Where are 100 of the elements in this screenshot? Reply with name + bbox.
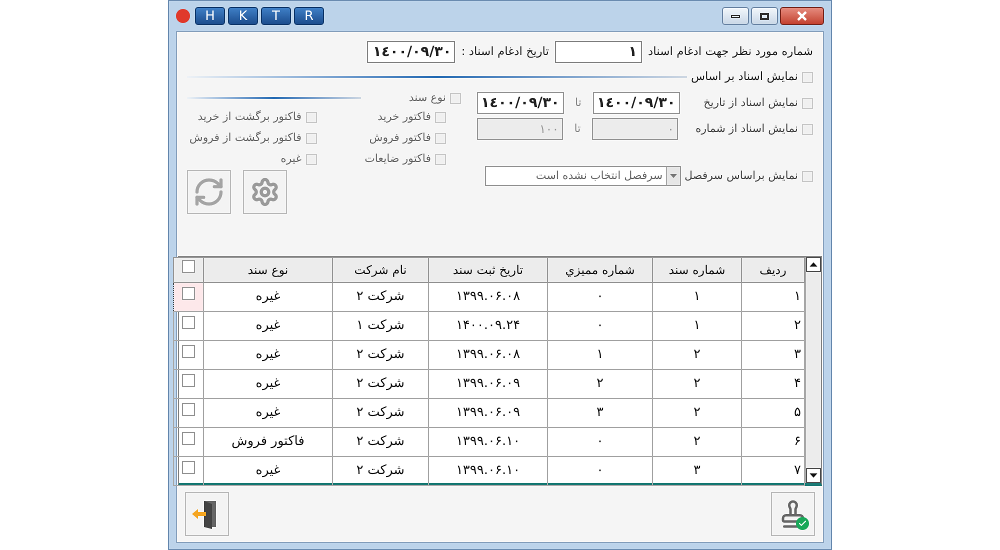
- table-cell: فاکتور فروش: [204, 428, 332, 456]
- table-cell: ۳: [652, 456, 742, 486]
- table-cell: شرکت ۲: [332, 340, 428, 370]
- table-cell: ۰: [548, 428, 652, 456]
- checkbox-label: نمایش اسناد از تاریخ: [702, 94, 798, 111]
- maximize-button[interactable]: [751, 7, 778, 25]
- date-field[interactable]: ١٤٠٠/٠٩/٣٠: [367, 41, 456, 63]
- close-button[interactable]: [780, 7, 824, 25]
- table-cell: ۲: [652, 428, 742, 456]
- heading-dropdown[interactable]: سرفصل انتخاب نشده است: [484, 166, 681, 186]
- table-cell: ۲: [548, 370, 652, 398]
- row-select-cell[interactable]: [174, 398, 204, 428]
- checkbox[interactable]: [182, 345, 195, 358]
- table-cell: شرکت ۲: [332, 456, 428, 486]
- checkbox[interactable]: [435, 154, 446, 164]
- checkbox[interactable]: [182, 260, 195, 274]
- refresh-button[interactable]: [187, 170, 231, 214]
- table-cell: شرکت ۱: [332, 312, 428, 340]
- checkbox[interactable]: [182, 403, 195, 416]
- table-cell: ۰: [548, 282, 652, 312]
- column-header[interactable]: تاریخ ثبت سند: [428, 258, 548, 282]
- table-cell: ۲: [742, 312, 804, 340]
- table-cell: ۱۳۹۹.۰۶.۰۸: [428, 282, 548, 312]
- checkbox[interactable]: [435, 132, 446, 144]
- table-cell: ۱: [652, 312, 742, 340]
- checkbox[interactable]: [802, 170, 813, 182]
- table-cell: غیره: [204, 340, 332, 370]
- table-cell: ۱۳۹۹.۰۶.۱۰: [428, 428, 548, 456]
- table-cell: غیره: [204, 370, 332, 398]
- title-bar-button[interactable]: T: [261, 7, 291, 25]
- to-label: تا: [573, 120, 582, 137]
- checkbox[interactable]: [450, 92, 461, 104]
- table-cell: ۱۳۹۹.۰۶.۰۸: [428, 340, 548, 370]
- range-to-field[interactable]: ١٤٠٠/٠٩/٣٠: [477, 92, 564, 114]
- table-cell: ۲: [652, 340, 742, 370]
- row-select-cell[interactable]: [174, 428, 204, 456]
- table-cell: غیره: [204, 312, 332, 340]
- caret-icon: [670, 174, 677, 178]
- checkbox-label: فاکتور خرید: [378, 108, 431, 125]
- checkbox[interactable]: [306, 132, 316, 144]
- refresh-icon: [193, 176, 225, 208]
- checkbox[interactable]: [182, 432, 195, 446]
- table-cell: ۱۳۹۹.۰۶.۰۹: [428, 398, 548, 428]
- checkbox[interactable]: [306, 154, 316, 164]
- checkbox-label: غیره: [280, 150, 302, 167]
- checkbox[interactable]: [802, 72, 813, 82]
- checkbox-label: نمایش براساس سرفصل: [684, 168, 798, 184]
- scroll-bar[interactable]: [805, 257, 821, 483]
- check-badge-icon: [796, 517, 809, 530]
- checkbox[interactable]: [182, 287, 195, 300]
- column-header[interactable]: نام شرکت: [332, 258, 428, 282]
- row-select-cell[interactable]: [174, 340, 204, 370]
- checkbox-label: فاکتور برگشت از خرید: [198, 108, 302, 125]
- table-cell: ۱۴۰۰.۰۹.۲۴: [428, 312, 548, 340]
- checkbox[interactable]: [435, 112, 446, 122]
- checkbox[interactable]: [306, 112, 316, 122]
- table-cell: غیره: [204, 456, 332, 486]
- column-header[interactable]: شماره سند: [652, 258, 742, 282]
- table-cell: ۳: [548, 398, 652, 428]
- column-header[interactable]: شماره مميزي: [548, 258, 652, 282]
- input-field[interactable]: ١: [555, 41, 642, 63]
- title-bar-button[interactable]: K: [228, 7, 258, 25]
- row-select-cell[interactable]: [174, 456, 204, 486]
- table-cell: شرکت ۲: [332, 398, 428, 428]
- table-cell: ۴: [742, 370, 804, 398]
- checkbox[interactable]: [802, 98, 813, 108]
- row-select-cell[interactable]: [174, 312, 204, 340]
- table-cell: شرکت ۲: [332, 282, 428, 312]
- confirm-stamp-button[interactable]: [771, 492, 815, 536]
- minimize-button[interactable]: [722, 7, 749, 25]
- table-cell: غیره: [204, 282, 332, 312]
- checkbox-label: نمایش اسناد بر اساس: [690, 68, 798, 86]
- range-from-field[interactable]: ١٤٠٠/٠٩/٣٠: [592, 92, 680, 114]
- column-header[interactable]: ردیف: [742, 258, 804, 282]
- title-bar-button[interactable]: H: [195, 7, 225, 25]
- checkbox[interactable]: [182, 461, 195, 474]
- column-header[interactable]: نوع سند: [204, 258, 332, 282]
- table-cell: ۳: [742, 340, 804, 370]
- checkbox-label: فاکتور ضایعات: [364, 150, 431, 167]
- table-cell: ۷: [742, 456, 804, 486]
- table-cell: ۱: [652, 282, 742, 312]
- checkbox[interactable]: [182, 374, 195, 388]
- tomato-icon: [176, 9, 190, 23]
- checkbox-label: نمایش اسناد از شماره: [694, 120, 798, 137]
- table-cell: ۵: [742, 398, 804, 428]
- title-bar-button[interactable]: R: [294, 7, 324, 25]
- table-cell: ۲: [652, 370, 742, 398]
- field-label: شماره مورد نظر جهت ادغام اسناد: [648, 43, 813, 60]
- table-cell: ۶: [742, 428, 804, 456]
- table-cell: شرکت ۲: [332, 428, 428, 456]
- row-select-cell[interactable]: [174, 370, 204, 398]
- exit-button[interactable]: [185, 492, 229, 536]
- table-cell: غیره: [204, 398, 332, 428]
- checkbox[interactable]: [182, 316, 195, 330]
- table-cell: ۲: [652, 398, 742, 428]
- row-select-cell[interactable]: [174, 282, 204, 312]
- checkbox-label: فاکتور فروش: [369, 130, 431, 146]
- settings-button[interactable]: [243, 170, 287, 214]
- table-cell: ۱: [742, 282, 804, 312]
- to-label: تا: [574, 94, 582, 111]
